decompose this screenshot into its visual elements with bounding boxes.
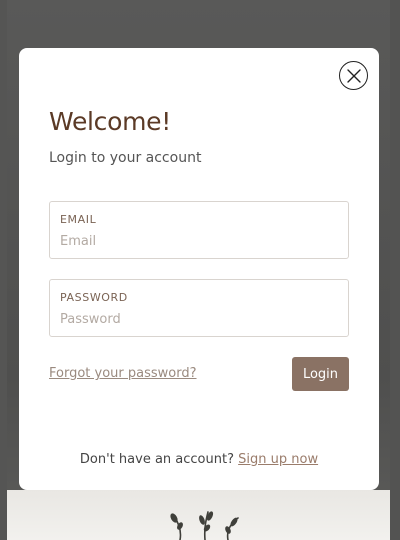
password-field[interactable]: PASSWORD xyxy=(49,279,349,337)
email-input[interactable] xyxy=(60,232,340,250)
signup-prompt: Don't have an account? xyxy=(79,452,234,467)
signup-row: Don't have an account? Sign up now xyxy=(19,452,379,467)
forgot-password-link[interactable]: Forgot your password? xyxy=(49,366,197,381)
close-button[interactable] xyxy=(339,61,368,90)
password-label: PASSWORD xyxy=(60,291,128,304)
backdrop-edge-right xyxy=(390,0,400,540)
email-field[interactable]: EMAIL xyxy=(49,201,349,259)
close-icon xyxy=(346,68,361,83)
login-button[interactable]: Login xyxy=(292,357,349,391)
backdrop-edge-left xyxy=(0,0,7,540)
modal-title: Welcome! xyxy=(49,107,171,136)
email-label: EMAIL xyxy=(60,213,97,226)
signup-link[interactable]: Sign up now xyxy=(238,452,318,467)
login-modal: Welcome! Login to your account EMAIL PAS… xyxy=(19,48,379,490)
plant-illustration-icon xyxy=(170,511,239,540)
password-input[interactable] xyxy=(60,310,340,328)
modal-subtitle: Login to your account xyxy=(49,150,202,166)
